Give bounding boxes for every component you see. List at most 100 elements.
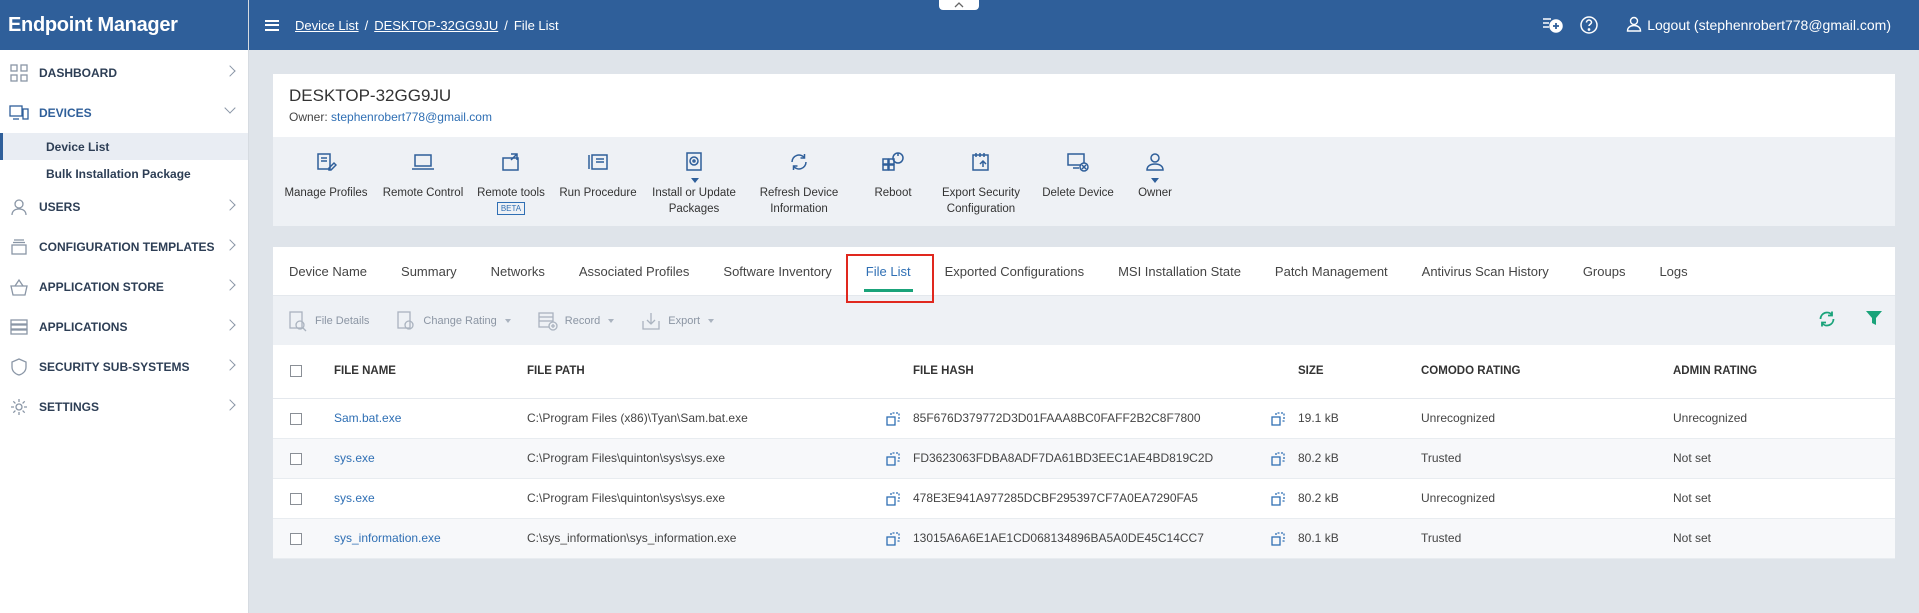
col-size[interactable]: SIZE <box>1298 345 1421 399</box>
comodo-rating: Unrecognized <box>1421 478 1673 519</box>
file-list-table: FILE NAME FILE PATH FILE HASH SIZE COMOD… <box>273 345 1895 559</box>
remote-tools-icon <box>498 149 524 175</box>
export-security-configuration-button[interactable]: Export Security Configuration <box>931 137 1031 226</box>
manage-profiles-button[interactable]: Manage Profiles <box>277 137 375 226</box>
owner-email-link[interactable]: stephenrobert778@gmail.com <box>331 110 492 124</box>
record-icon <box>537 310 559 332</box>
copy-path-icon[interactable] <box>885 451 901 467</box>
sidebar-item-applications[interactable]: APPLICATIONS <box>0 307 248 347</box>
chevron-down-icon <box>224 102 236 114</box>
tab-groups[interactable]: Groups <box>1583 247 1626 296</box>
admin-rating: Not set <box>1673 518 1895 559</box>
file-name-link[interactable]: sys_information.exe <box>334 531 441 545</box>
sidebar-item-application-store[interactable]: APPLICATION STORE <box>0 267 248 307</box>
remote-control-button[interactable]: Remote Control <box>375 137 471 226</box>
tab-software-inventory[interactable]: Software Inventory <box>723 247 831 296</box>
user-icon <box>1626 16 1642 35</box>
sidebar-item-security-sub-systems[interactable]: SECURITY SUB-SYSTEMS <box>0 347 248 387</box>
col-file-hash[interactable]: FILE HASH <box>913 345 1298 399</box>
install-update-packages-button[interactable]: Install or Update Packages <box>645 137 743 226</box>
select-all-checkbox[interactable] <box>290 365 302 378</box>
hamburger-menu-icon[interactable] <box>265 19 279 31</box>
tab-exported-configurations[interactable]: Exported Configurations <box>945 247 1084 296</box>
copy-hash-icon[interactable] <box>1270 491 1286 507</box>
sidebar-item-devices[interactable]: DEVICES <box>0 93 248 133</box>
sidebar-item-label: APPLICATION STORE <box>39 280 164 294</box>
device-name-title: DESKTOP-32GG9JU <box>289 86 452 105</box>
tab-antivirus-scan-history[interactable]: Antivirus Scan History <box>1422 247 1549 296</box>
export-button[interactable]: Export <box>640 310 715 332</box>
laptop-icon <box>410 149 436 175</box>
col-file-name[interactable]: FILE NAME <box>334 345 527 399</box>
delete-device-button[interactable]: Delete Device <box>1031 137 1125 226</box>
file-hash: FD3623063FDBA8ADF7DA61BD3EEC1AE4BD819C2D <box>913 451 1214 465</box>
copy-hash-icon[interactable] <box>1270 531 1286 547</box>
run-procedure-button[interactable]: Run Procedure <box>551 137 645 226</box>
chevron-right-icon <box>224 399 236 411</box>
file-name-link[interactable]: sys.exe <box>334 491 375 505</box>
copy-path-icon[interactable] <box>885 491 901 507</box>
row-checkbox[interactable] <box>290 412 302 425</box>
sidebar-item-settings[interactable]: SETTINGS <box>0 387 248 427</box>
owner-button[interactable]: Owner <box>1125 137 1185 226</box>
tab-associated-profiles[interactable]: Associated Profiles <box>579 247 690 296</box>
col-comodo-rating[interactable]: COMODO RATING <box>1421 345 1673 399</box>
breadcrumb-device[interactable]: DESKTOP-32GG9JU <box>374 18 498 33</box>
sidebar-item-configuration-templates[interactable]: CONFIGURATION TEMPLATES <box>0 227 248 267</box>
file-size: 80.1 kB <box>1298 518 1421 559</box>
chevron-down-icon <box>708 318 715 323</box>
devices-icon <box>9 103 29 123</box>
row-checkbox[interactable] <box>290 532 302 545</box>
copy-hash-icon[interactable] <box>1270 451 1286 467</box>
row-checkbox[interactable] <box>290 452 302 465</box>
col-file-path[interactable]: FILE PATH <box>527 345 913 399</box>
copy-path-icon[interactable] <box>885 531 901 547</box>
sidebar-item-users[interactable]: USERS <box>0 187 248 227</box>
logout-button[interactable]: Logout (stephenrobert778@gmail.com) <box>1626 16 1891 35</box>
tab-networks[interactable]: Networks <box>491 247 545 296</box>
tab-logs[interactable]: Logs <box>1659 247 1687 296</box>
gear-icon <box>9 397 29 417</box>
remote-tools-button[interactable]: Remote tools BETA <box>471 137 551 226</box>
device-tabs: Device Name Summary Networks Associated … <box>273 247 1895 296</box>
sidebar-item-dashboard[interactable]: DASHBOARD <box>0 53 248 93</box>
table-row: Sam.bat.exe C:\Program Files (x86)\Tyan\… <box>273 398 1895 439</box>
refresh-device-information-button[interactable]: Refresh Device Information <box>743 137 855 226</box>
record-button[interactable]: Record <box>537 310 615 332</box>
add-notification-icon[interactable] <box>1542 14 1564 36</box>
copy-path-icon[interactable] <box>885 411 901 427</box>
col-admin-rating[interactable]: ADMIN RATING <box>1673 345 1895 399</box>
filter-icon[interactable] <box>1865 309 1883 332</box>
collapse-header-tab[interactable] <box>939 0 979 10</box>
tab-patch-management[interactable]: Patch Management <box>1275 247 1388 296</box>
chevron-right-icon <box>224 239 236 251</box>
reboot-button[interactable]: Reboot <box>855 137 931 226</box>
sidebar-item-label: SECURITY SUB-SYSTEMS <box>39 360 190 374</box>
tab-device-name[interactable]: Device Name <box>289 247 367 296</box>
sidebar: Endpoint Manager DASHBOARD DEVICES Devic… <box>0 0 249 613</box>
tab-file-list[interactable]: File List <box>863 247 913 296</box>
help-icon[interactable] <box>1578 14 1600 36</box>
dashboard-grid-icon <box>9 63 29 83</box>
tab-msi-installation-state[interactable]: MSI Installation State <box>1118 247 1241 296</box>
chevron-right-icon <box>224 65 236 77</box>
file-details-button[interactable]: File Details <box>287 310 369 332</box>
sidebar-subitem-bulk-installation[interactable]: Bulk Installation Package <box>0 160 248 187</box>
breadcrumb-device-list[interactable]: Device List <box>295 18 359 33</box>
change-rating-button[interactable]: Change Rating <box>395 310 511 332</box>
file-size: 19.1 kB <box>1298 398 1421 439</box>
file-name-link[interactable]: sys.exe <box>334 451 375 465</box>
refresh-list-icon[interactable] <box>1817 309 1837 332</box>
chevron-right-icon <box>224 279 236 291</box>
chevron-right-icon <box>224 199 236 211</box>
copy-hash-icon[interactable] <box>1270 411 1286 427</box>
chevron-down-icon <box>608 318 615 323</box>
refresh-icon <box>786 149 812 175</box>
row-checkbox[interactable] <box>290 492 302 505</box>
sidebar-subitem-device-list[interactable]: Device List <box>0 133 248 160</box>
tab-summary[interactable]: Summary <box>401 247 457 296</box>
top-header: Device List / DESKTOP-32GG9JU / File List Lo… <box>249 0 1919 50</box>
file-actions-bar: File Details Change Rating Record Export <box>273 296 1895 345</box>
file-details-icon <box>287 310 309 332</box>
file-name-link[interactable]: Sam.bat.exe <box>334 411 401 425</box>
